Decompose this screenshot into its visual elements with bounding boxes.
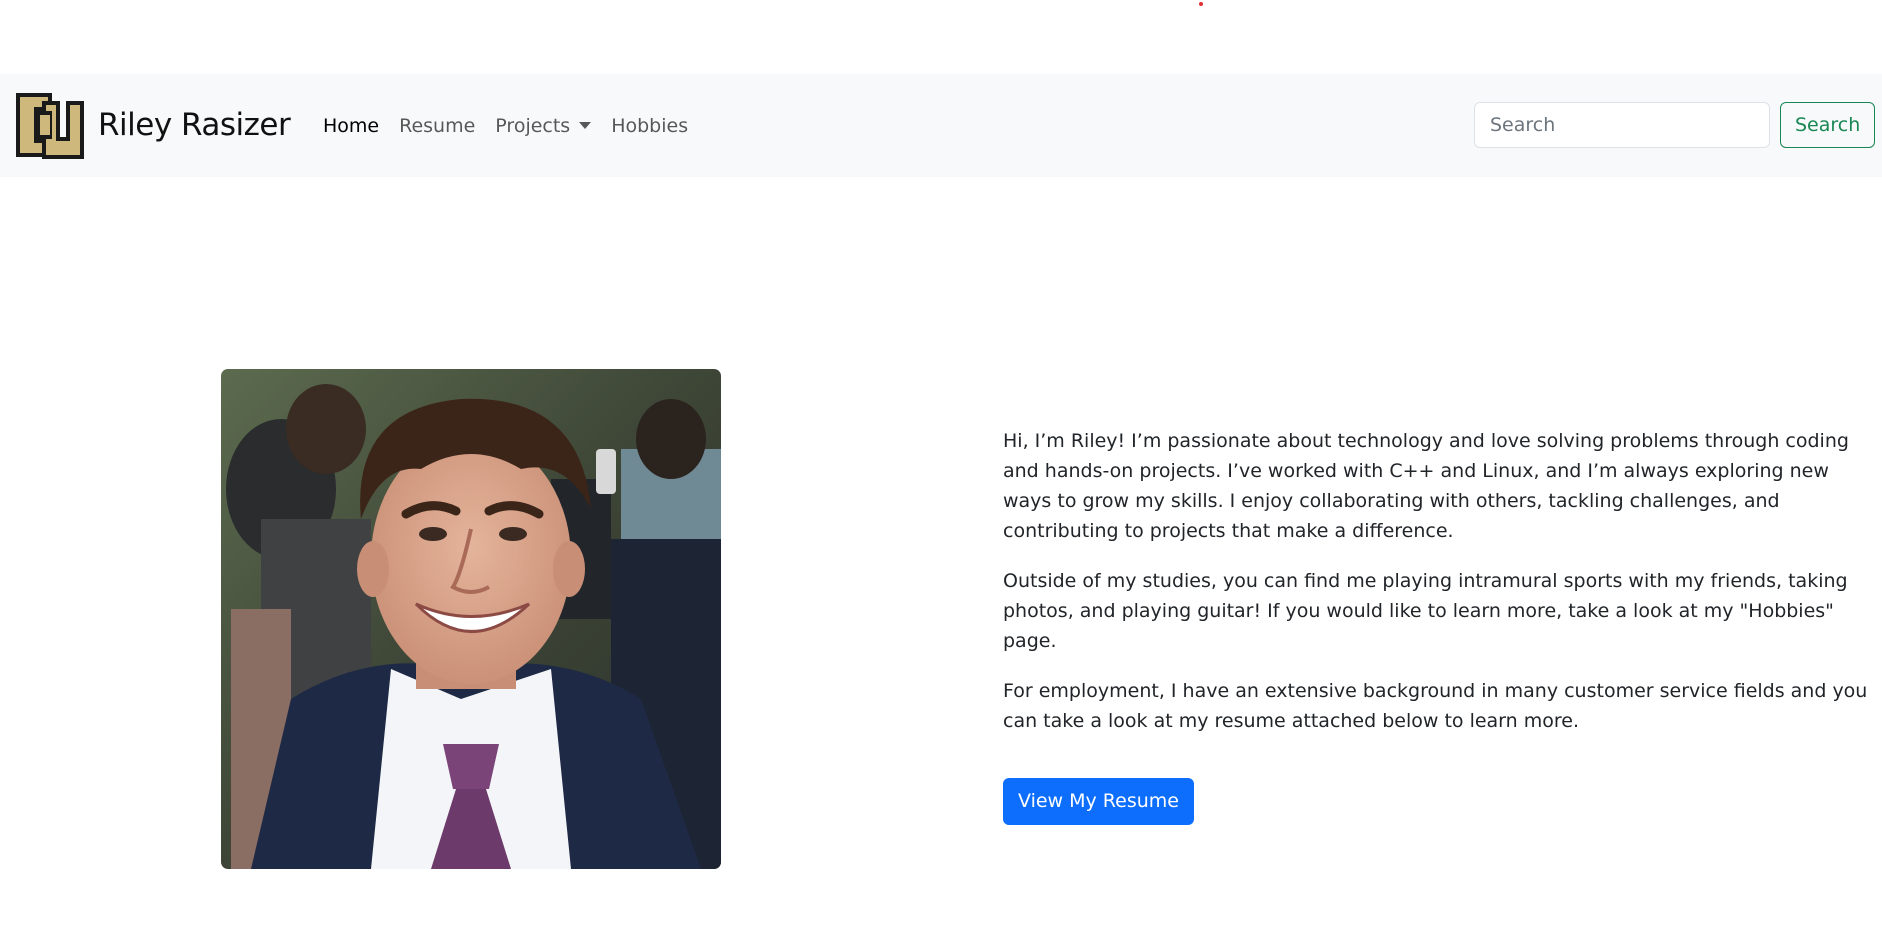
brand-name: Riley Rasizer bbox=[98, 107, 291, 143]
brand-link[interactable]: Riley Rasizer bbox=[12, 87, 291, 163]
cursor-dot bbox=[1199, 2, 1203, 6]
search-form: Search bbox=[1474, 102, 1876, 148]
nav-projects-label: Projects bbox=[495, 114, 571, 137]
about-section: Hi, I’m Riley! I’m passionate about tech… bbox=[1003, 426, 1879, 825]
nav-resume[interactable]: Resume bbox=[389, 107, 485, 145]
search-input[interactable] bbox=[1474, 102, 1770, 148]
portrait-image bbox=[221, 369, 721, 869]
caret-down-icon bbox=[579, 122, 592, 129]
about-paragraph-hobbies: Outside of my studies, you can find me p… bbox=[1003, 570, 1848, 652]
nav-menu: Home Resume Projects Hobbies bbox=[313, 74, 698, 177]
cu-logo-icon bbox=[16, 93, 84, 159]
nav-hobbies[interactable]: Hobbies bbox=[601, 107, 698, 145]
about-paragraph-employment: For employment, I have an extensive back… bbox=[1003, 680, 1868, 732]
nav-home[interactable]: Home bbox=[313, 107, 389, 145]
view-resume-button[interactable]: View My Resume bbox=[1003, 778, 1194, 825]
search-button[interactable]: Search bbox=[1780, 102, 1876, 148]
profile-photo bbox=[221, 369, 721, 869]
nav-projects-dropdown[interactable]: Projects bbox=[485, 107, 601, 145]
about-paragraph-intro: Hi, I’m Riley! I’m passionate about tech… bbox=[1003, 430, 1849, 542]
navbar: Riley Rasizer Home Resume Projects Hobbi… bbox=[0, 74, 1882, 177]
